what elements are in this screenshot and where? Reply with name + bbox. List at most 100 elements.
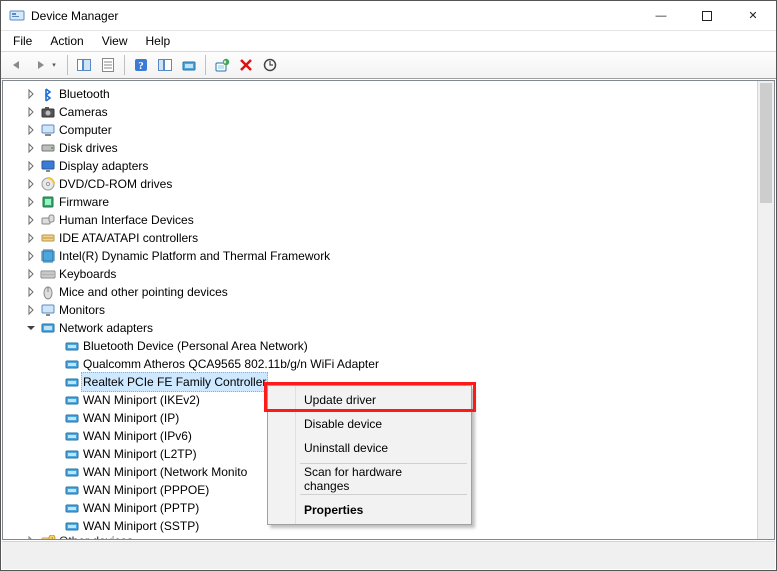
menu-file[interactable]: File (5, 32, 40, 50)
tree-device-label: Bluetooth Device (Personal Area Network) (81, 337, 310, 355)
tree-device-label: Qualcomm Atheros QCA9565 802.11b/g/n WiF… (81, 355, 381, 373)
chevron-right-icon[interactable] (23, 251, 39, 261)
menu-view[interactable]: View (94, 32, 136, 50)
chevron-right-icon[interactable] (23, 161, 39, 171)
tree-category-label: DVD/CD-ROM drives (57, 175, 174, 193)
chevron-right-icon[interactable] (23, 143, 39, 153)
tree-device-label: WAN Miniport (IP) (81, 409, 181, 427)
chevron-right-icon[interactable] (23, 536, 39, 539)
intel-icon (39, 248, 57, 264)
vertical-scrollbar[interactable] (757, 81, 774, 539)
chevron-right-icon[interactable] (23, 305, 39, 315)
tree-category[interactable]: DVD/CD-ROM drives (7, 175, 774, 193)
nic-icon (63, 428, 81, 444)
tree-category[interactable]: Disk drives (7, 139, 774, 157)
chevron-right-icon[interactable] (23, 107, 39, 117)
tree-category[interactable]: Bluetooth (7, 85, 774, 103)
mouse-icon (39, 284, 57, 300)
tree-device-label: WAN Miniport (IKEv2) (81, 391, 202, 409)
window-title: Device Manager (31, 9, 118, 23)
tree-device-label: WAN Miniport (SSTP) (81, 517, 201, 535)
uninstall-button[interactable] (210, 53, 234, 77)
menu-help[interactable]: Help (138, 32, 179, 50)
tree-category-label: Computer (57, 121, 114, 139)
ide-icon (39, 230, 57, 246)
tree-device-label: WAN Miniport (L2TP) (81, 445, 199, 463)
show-hidden-button[interactable] (153, 53, 177, 77)
tree-category[interactable]: Computer (7, 121, 774, 139)
tree-category-label: Human Interface Devices (57, 211, 196, 229)
tree-device[interactable]: Qualcomm Atheros QCA9565 802.11b/g/n WiF… (7, 355, 774, 373)
nic-icon (63, 410, 81, 426)
tree-category-label: Bluetooth (57, 85, 112, 103)
scan-hardware-button[interactable] (258, 53, 282, 77)
chevron-down-icon[interactable] (23, 323, 39, 333)
nic-icon (63, 482, 81, 498)
help-button[interactable]: ? (129, 53, 153, 77)
tree-device-label: WAN Miniport (PPPOE) (81, 481, 211, 499)
context-menu-item-label: Disable device (304, 417, 382, 431)
chevron-right-icon[interactable] (23, 125, 39, 135)
tree-category[interactable]: Intel(R) Dynamic Platform and Thermal Fr… (7, 247, 774, 265)
chevron-right-icon[interactable] (23, 89, 39, 99)
tree-category[interactable]: ?Other devices (7, 535, 774, 539)
update-driver-button[interactable] (177, 53, 201, 77)
chevron-right-icon[interactable] (23, 179, 39, 189)
context-menu-item[interactable]: Scan for hardware changes (270, 467, 469, 491)
nic-icon (63, 464, 81, 480)
tree-category-label: IDE ATA/ATAPI controllers (57, 229, 200, 247)
context-menu-item[interactable]: Uninstall device (270, 436, 469, 460)
network-icon (39, 320, 57, 336)
tree-device-label: WAN Miniport (IPv6) (81, 427, 194, 445)
tree-device[interactable]: Bluetooth Device (Personal Area Network) (7, 337, 774, 355)
nic-icon (63, 374, 81, 390)
nic-icon (63, 356, 81, 372)
show-hide-tree-button[interactable] (72, 53, 96, 77)
chevron-right-icon[interactable] (23, 233, 39, 243)
display-icon (39, 158, 57, 174)
close-button[interactable]: ✕ (730, 1, 776, 31)
context-menu: Update driver Disable device Uninstall dev… (267, 385, 472, 525)
disable-button[interactable] (234, 53, 258, 77)
tree-category[interactable]: Network adapters (7, 319, 774, 337)
keyboard-icon (39, 266, 57, 282)
disc-icon (39, 176, 57, 192)
context-menu-item-label: Update driver (304, 393, 376, 407)
minimize-button[interactable]: — (638, 1, 684, 31)
app-icon (9, 8, 25, 24)
back-button[interactable] (5, 53, 29, 77)
toolbar: ▾ ? (1, 51, 776, 79)
tree-category[interactable]: Keyboards (7, 265, 774, 283)
tree-category[interactable]: Cameras (7, 103, 774, 121)
status-bar (2, 541, 775, 569)
tree-category-label: Network adapters (57, 319, 155, 337)
context-menu-separator (300, 494, 467, 495)
tree-category[interactable]: Firmware (7, 193, 774, 211)
chevron-right-icon[interactable] (23, 215, 39, 225)
maximize-button[interactable] (684, 1, 730, 31)
context-menu-item[interactable]: Update driver (270, 388, 469, 412)
forward-button[interactable]: ▾ (29, 53, 63, 77)
computer-icon (39, 122, 57, 138)
context-menu-item[interactable]: Disable device (270, 412, 469, 436)
tree-category[interactable]: Monitors (7, 301, 774, 319)
chevron-right-icon[interactable] (23, 269, 39, 279)
tree-category[interactable]: IDE ATA/ATAPI controllers (7, 229, 774, 247)
tree-category[interactable]: Display adapters (7, 157, 774, 175)
menu-bar: File Action View Help (1, 31, 776, 51)
chevron-right-icon[interactable] (23, 197, 39, 207)
other-icon: ? (39, 535, 57, 539)
tree-category[interactable]: Mice and other pointing devices (7, 283, 774, 301)
properties-button[interactable] (96, 53, 120, 77)
chevron-right-icon[interactable] (23, 287, 39, 297)
tree-category-label: Firmware (57, 193, 111, 211)
menu-action[interactable]: Action (42, 32, 91, 50)
tree-category[interactable]: Human Interface Devices (7, 211, 774, 229)
context-menu-item[interactable]: Properties (270, 498, 469, 522)
svg-text:?: ? (138, 60, 144, 72)
tree-category-label: Other devices (57, 535, 135, 539)
scrollbar-thumb[interactable] (760, 83, 772, 203)
title-bar: Device Manager — ✕ (1, 1, 776, 31)
tree-category-label: Keyboards (57, 265, 118, 283)
firmware-icon (39, 194, 57, 210)
